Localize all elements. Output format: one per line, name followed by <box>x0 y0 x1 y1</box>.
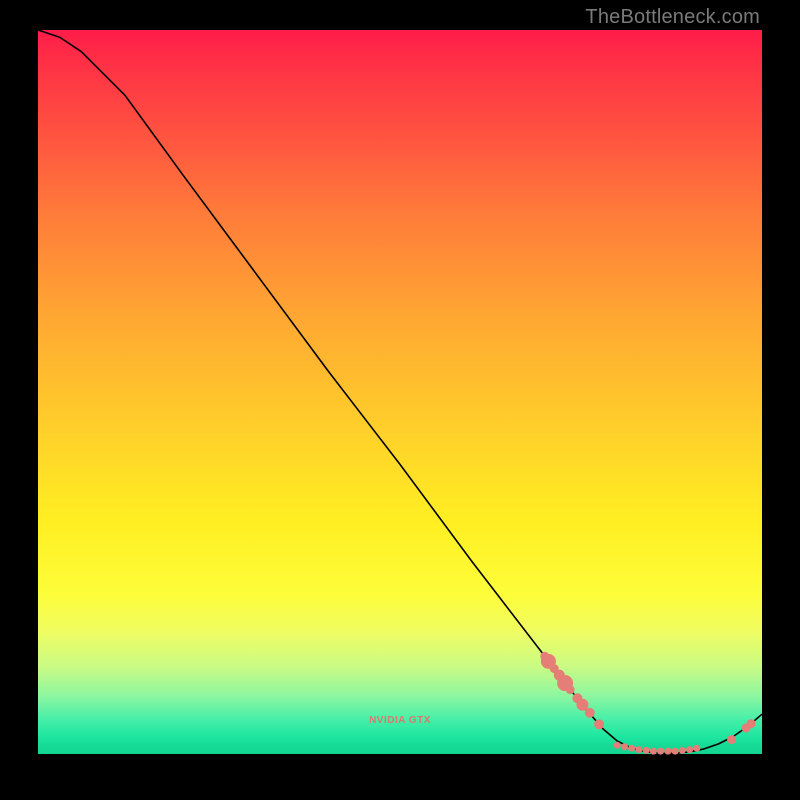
data-point <box>686 746 693 753</box>
chart-svg <box>38 30 762 754</box>
data-point <box>628 745 635 752</box>
data-point <box>664 748 671 755</box>
data-point <box>585 708 595 718</box>
data-point <box>679 747 686 754</box>
series-bottom-label: NVIDIA GTX <box>369 715 431 726</box>
data-point <box>594 719 604 729</box>
curve-path <box>38 30 762 753</box>
data-point <box>650 748 657 755</box>
chart-frame: TheBottleneck.com NVIDIA GTX <box>0 0 800 800</box>
data-point <box>747 719 756 728</box>
data-point <box>693 745 700 752</box>
data-point <box>614 742 621 749</box>
curve-line <box>38 30 762 753</box>
data-point <box>566 685 575 694</box>
plot-area: NVIDIA GTX <box>38 30 762 754</box>
data-point <box>727 735 736 744</box>
data-point <box>672 748 679 755</box>
data-point <box>657 748 664 755</box>
data-point <box>621 743 628 750</box>
data-point <box>643 747 650 754</box>
watermark-text: TheBottleneck.com <box>585 6 760 29</box>
marker-points <box>540 652 755 755</box>
data-point <box>635 746 642 753</box>
